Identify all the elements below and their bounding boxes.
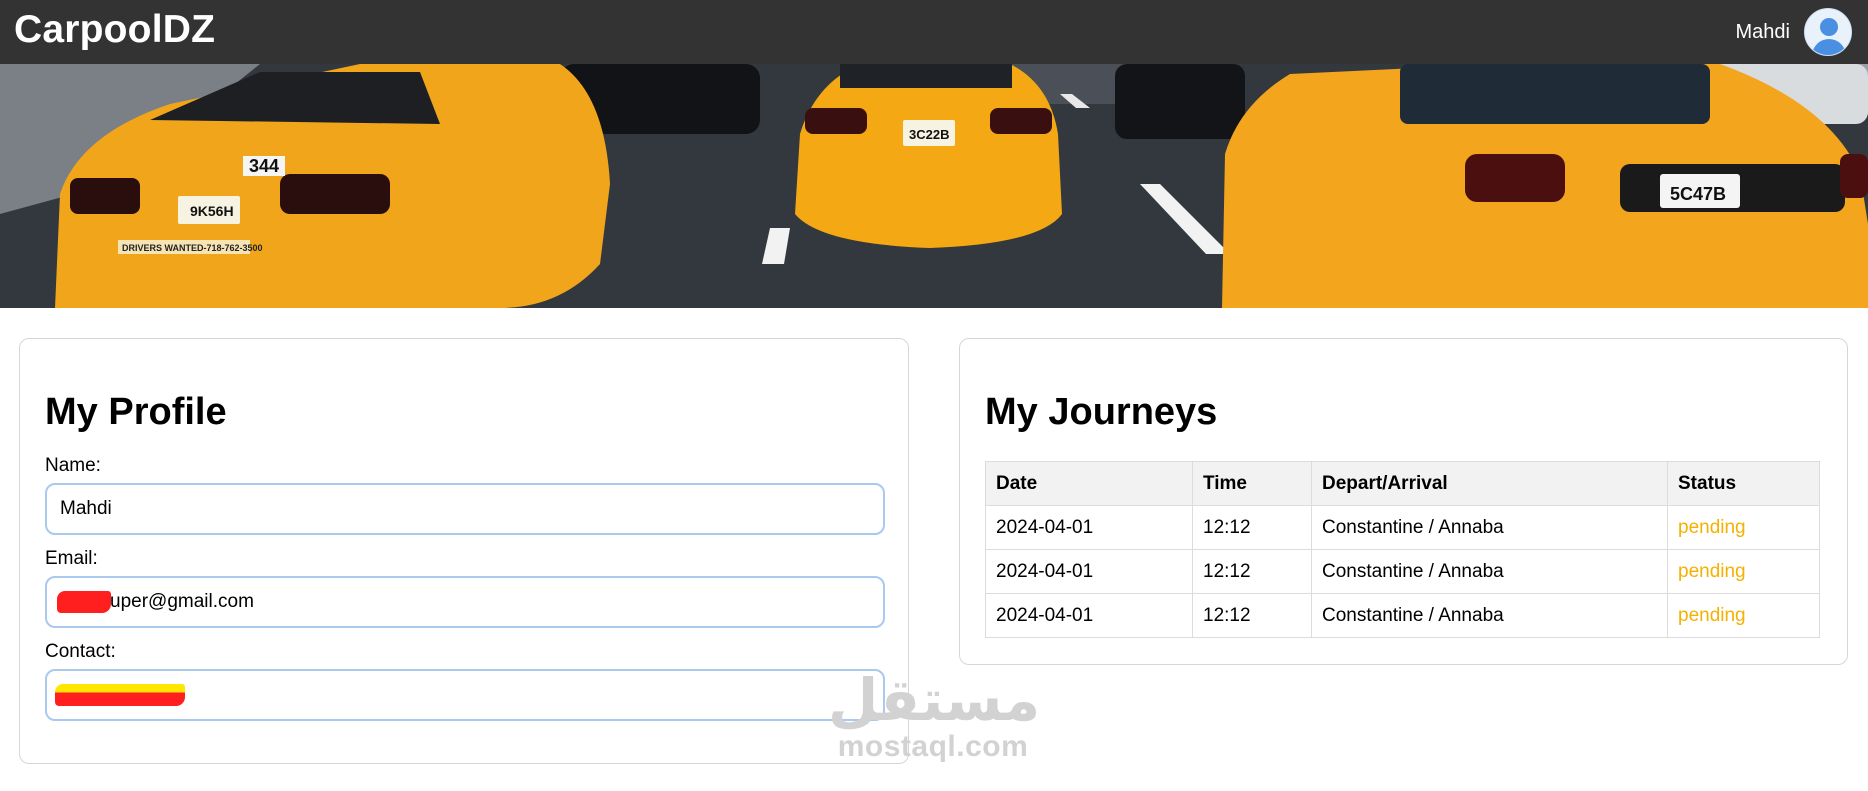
plate-text-1: 344 [249,156,279,176]
contact-field[interactable] [45,669,885,721]
email-value: uper@gmail.com [110,591,254,612]
plate-text-2: 9K56H [190,203,234,219]
col-time: Time [1192,461,1312,506]
cell-status: pending [1667,505,1820,550]
cell-time: 12:12 [1192,505,1312,550]
cell-route: Constantine / Annaba [1311,549,1668,594]
user-name[interactable]: Mahdi [1736,21,1790,44]
email-redaction-mark [57,591,111,613]
cell-status: pending [1667,549,1820,594]
taxi-street-illustration: 344 9K56H 3C22B 5C47B DRIVERS WANTED-718… [0,64,1868,308]
col-route: Depart/Arrival [1311,461,1668,506]
top-navbar: CarpoolDZ Mahdi [0,0,1868,64]
avatar-head [1820,18,1838,36]
user-menu[interactable]: Mahdi [1736,8,1852,56]
plate-text-3: 3C22B [909,127,949,142]
brand-logo[interactable]: CarpoolDZ [14,8,215,52]
watermark-latin: mostaql.com [837,730,1029,763]
avatar-body [1812,39,1846,55]
cell-date: 2024-04-01 [985,593,1193,638]
table-row[interactable]: 2024-04-01 12:12 Constantine / Annaba pe… [985,593,1820,638]
email-label: Email: [45,548,98,569]
cell-time: 12:12 [1192,593,1312,638]
hero-banner-image: 344 9K56H 3C22B 5C47B DRIVERS WANTED-718… [0,64,1868,308]
taxi-sign-text: DRIVERS WANTED-718-762-3500 [122,243,263,253]
profile-title: My Profile [45,391,227,433]
contact-label: Contact: [45,641,116,662]
name-label: Name: [45,455,101,476]
table-row[interactable]: 2024-04-01 12:12 Constantine / Annaba pe… [985,549,1820,594]
col-date: Date [985,461,1193,506]
name-value: Mahdi [60,498,112,519]
cell-time: 12:12 [1192,549,1312,594]
journeys-table: Date Time Depart/Arrival Status 2024-04-… [985,461,1820,638]
contact-redaction-mark [55,684,185,706]
cell-status: pending [1667,593,1820,638]
email-field[interactable]: uper@gmail.com [45,576,885,628]
cell-date: 2024-04-01 [985,505,1193,550]
cell-route: Constantine / Annaba [1311,505,1668,550]
table-row[interactable]: 2024-04-01 12:12 Constantine / Annaba pe… [985,505,1820,550]
cell-date: 2024-04-01 [985,549,1193,594]
watermark-arabic: مستقل [828,666,1041,734]
col-status: Status [1667,461,1820,506]
profile-card: My Profile Name: Mahdi Email: uper@gmail… [19,338,909,764]
name-field[interactable]: Mahdi [45,483,885,535]
watermark: مستقل mostaql.com [828,666,1041,763]
avatar-icon[interactable] [1804,8,1852,56]
journeys-title: My Journeys [985,391,1218,433]
cell-route: Constantine / Annaba [1311,593,1668,638]
plate-text-4: 5C47B [1670,184,1726,204]
table-header-row: Date Time Depart/Arrival Status [985,461,1820,506]
journeys-card: My Journeys Date Time Depart/Arrival Sta… [959,338,1848,665]
